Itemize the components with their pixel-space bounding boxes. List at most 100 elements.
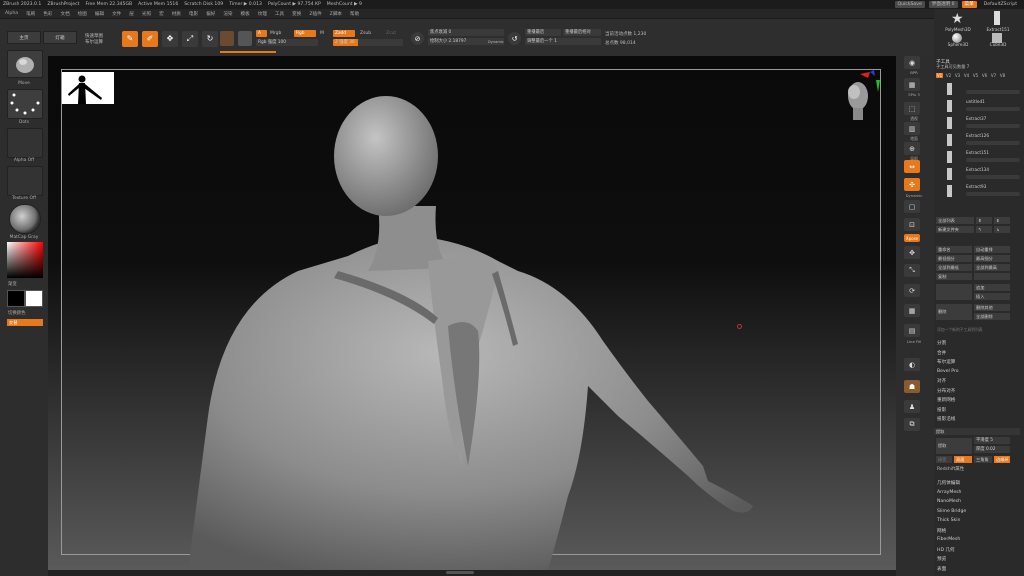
subtool-action-item[interactable]: 重新网格	[937, 397, 955, 403]
spix-button[interactable]: ▦	[904, 78, 920, 91]
persp-button[interactable]: ⬚	[904, 102, 920, 115]
list-all-button[interactable]: 全部列表	[936, 217, 974, 224]
menu-item[interactable]: 编辑	[95, 11, 104, 17]
all-to-highest-button[interactable]: 全部到最高	[974, 264, 1010, 271]
rgb-intensity-slider[interactable]: Rgb 强度 100	[256, 39, 318, 46]
redshift-section[interactable]: Redshift属性	[937, 466, 964, 472]
view-tab[interactable]: V6	[981, 73, 988, 78]
replay-last-button[interactable]: 重播最后	[525, 29, 561, 36]
main-color-swatch[interactable]	[25, 290, 43, 307]
default-zscript[interactable]: DefaultZScript	[981, 1, 1020, 8]
texture-swatch[interactable]	[238, 31, 252, 46]
tool-subpalette-item[interactable]: ArrayMesh	[937, 490, 961, 495]
subtool-row[interactable]: Extract126	[936, 132, 1022, 149]
menu-item[interactable]: 渲染	[223, 11, 232, 17]
adjust-last-slider[interactable]: 调整最后一个 1	[525, 38, 601, 45]
delete-other-button[interactable]: 删除其他	[974, 304, 1010, 311]
xyz-button[interactable]: ✣	[904, 178, 920, 191]
canvas-viewport[interactable]	[48, 56, 896, 570]
swap-button[interactable]: 交替	[7, 319, 43, 326]
texture-thumbnail[interactable]	[7, 166, 43, 196]
rgb-button[interactable]: Rgb	[294, 30, 316, 37]
menu-item[interactable]: 绘图	[78, 11, 87, 17]
subtool-action-item[interactable]: 分布对齐	[937, 388, 955, 394]
ghost-button[interactable]: ☗	[904, 380, 920, 393]
tool-subpalette-item[interactable]: 预览	[937, 556, 946, 562]
tool-subpalette-item[interactable]: NanoMesh	[937, 499, 961, 504]
blank-button[interactable]	[974, 273, 1010, 280]
subtool-row[interactable]: Extract134	[936, 166, 1022, 183]
subtool-row[interactable]: untitled1	[936, 98, 1022, 115]
subtool-controls[interactable]	[966, 107, 1020, 111]
tool-subpalette-item[interactable]: HD 几何	[937, 547, 955, 553]
move-view-button[interactable]: ✥	[904, 246, 920, 259]
move-mode-button[interactable]: ✥	[162, 31, 178, 47]
delete-button[interactable]: 删除	[936, 304, 972, 320]
menu-item[interactable]: 模板	[241, 11, 250, 17]
xpose-view-button[interactable]: ⧉	[904, 418, 920, 431]
menu-item[interactable]: 帮助	[350, 11, 359, 17]
xpose-button[interactable]: Xpose	[904, 234, 920, 242]
menu-item[interactable]: Z脚本	[330, 11, 342, 17]
color-picker[interactable]	[7, 242, 43, 278]
highest-subdiv-button[interactable]: 最高细分	[974, 255, 1010, 262]
view-tab[interactable]: V3	[954, 73, 961, 78]
subtool-controls[interactable]	[966, 90, 1020, 94]
z-intensity-slider[interactable]: Z 强度 36	[333, 39, 403, 46]
menu-item[interactable]: 色彩	[43, 11, 52, 17]
extract-button[interactable]: 提取	[936, 438, 972, 454]
subtool-action-item[interactable]: 布尔运算	[937, 359, 955, 365]
replay-icon[interactable]: ↺	[508, 32, 521, 45]
move-down-button[interactable]: ⬇	[994, 217, 1010, 224]
tcorner-button[interactable]: 三角角	[974, 456, 992, 463]
zadd-button[interactable]: Zadd	[333, 30, 355, 37]
delete-all-button[interactable]: 全部删除	[974, 313, 1010, 320]
view-tab[interactable]: V5	[972, 73, 979, 78]
subtool-controls[interactable]	[966, 158, 1020, 162]
all-to-lowest-button[interactable]: 全部到最低	[936, 264, 972, 271]
edit-mode-button[interactable]: ✎	[122, 31, 138, 47]
transparency-slider[interactable]: 界面透明 0	[928, 1, 958, 8]
rotate-mode-button[interactable]: ↻	[202, 31, 218, 47]
replay-last-relative-button[interactable]: 重播最后相对	[563, 29, 601, 36]
new-folder-button[interactable]: 新建文件夹	[936, 226, 974, 233]
material-swatch[interactable]	[220, 31, 234, 46]
menu-item[interactable]: 材质	[172, 11, 181, 17]
insert-button[interactable]: 插入	[974, 293, 1010, 300]
boolean-label[interactable]: 布尔运算	[85, 39, 103, 45]
focal-icon[interactable]: ⊘	[411, 32, 424, 45]
subtool-row[interactable]	[936, 81, 1022, 98]
subtool-action-item[interactable]: Bevel Pro	[937, 369, 959, 374]
menu-item[interactable]: 光照	[142, 11, 151, 17]
mrgb-button[interactable]: Mrgb	[270, 31, 281, 36]
subtool-action-item[interactable]: 投影沿线	[937, 416, 955, 422]
alpha-thumbnail[interactable]	[7, 128, 43, 158]
dynamic-label[interactable]: Dynamic	[488, 40, 504, 44]
accept-button[interactable]: 接受	[936, 456, 952, 463]
zcut-button[interactable]: Zcut	[386, 31, 396, 36]
transp-view-button[interactable]: ◐	[904, 358, 920, 371]
draw-mode-button[interactable]: ✐	[142, 31, 158, 47]
stroke-thumbnail[interactable]	[7, 89, 43, 119]
menu-item[interactable]: 变换	[292, 11, 301, 17]
line-fill-button[interactable]: ▤	[904, 324, 920, 337]
brush-thumbnail[interactable]	[7, 50, 43, 78]
material-thumbnail[interactable]	[9, 204, 41, 234]
view-tab[interactable]: V7	[990, 73, 997, 78]
lowest-subdiv-button[interactable]: 最低细分	[936, 255, 972, 262]
subtool-controls[interactable]	[966, 175, 1020, 179]
menu-item[interactable]: 层	[129, 11, 134, 17]
lsym-button[interactable]: ⇔	[904, 160, 920, 173]
bottom-scroll-handle[interactable]	[446, 571, 474, 574]
solo-button[interactable]: ♟	[904, 400, 920, 413]
menu-item[interactable]: Alpha	[5, 11, 18, 16]
m-button[interactable]: M	[320, 31, 324, 36]
view-tab[interactable]: V4	[963, 73, 970, 78]
tool-subpalette-item[interactable]: 网格	[937, 528, 946, 534]
menus-button[interactable]: 菜单	[961, 1, 977, 8]
subtool-row[interactable]: Extract93	[936, 183, 1022, 200]
bpr-button[interactable]: ◉	[904, 56, 920, 69]
clone-button[interactable]	[936, 284, 972, 300]
scale-mode-button[interactable]: ⤢	[182, 31, 198, 47]
zsub-button[interactable]: Zsub	[360, 31, 371, 36]
